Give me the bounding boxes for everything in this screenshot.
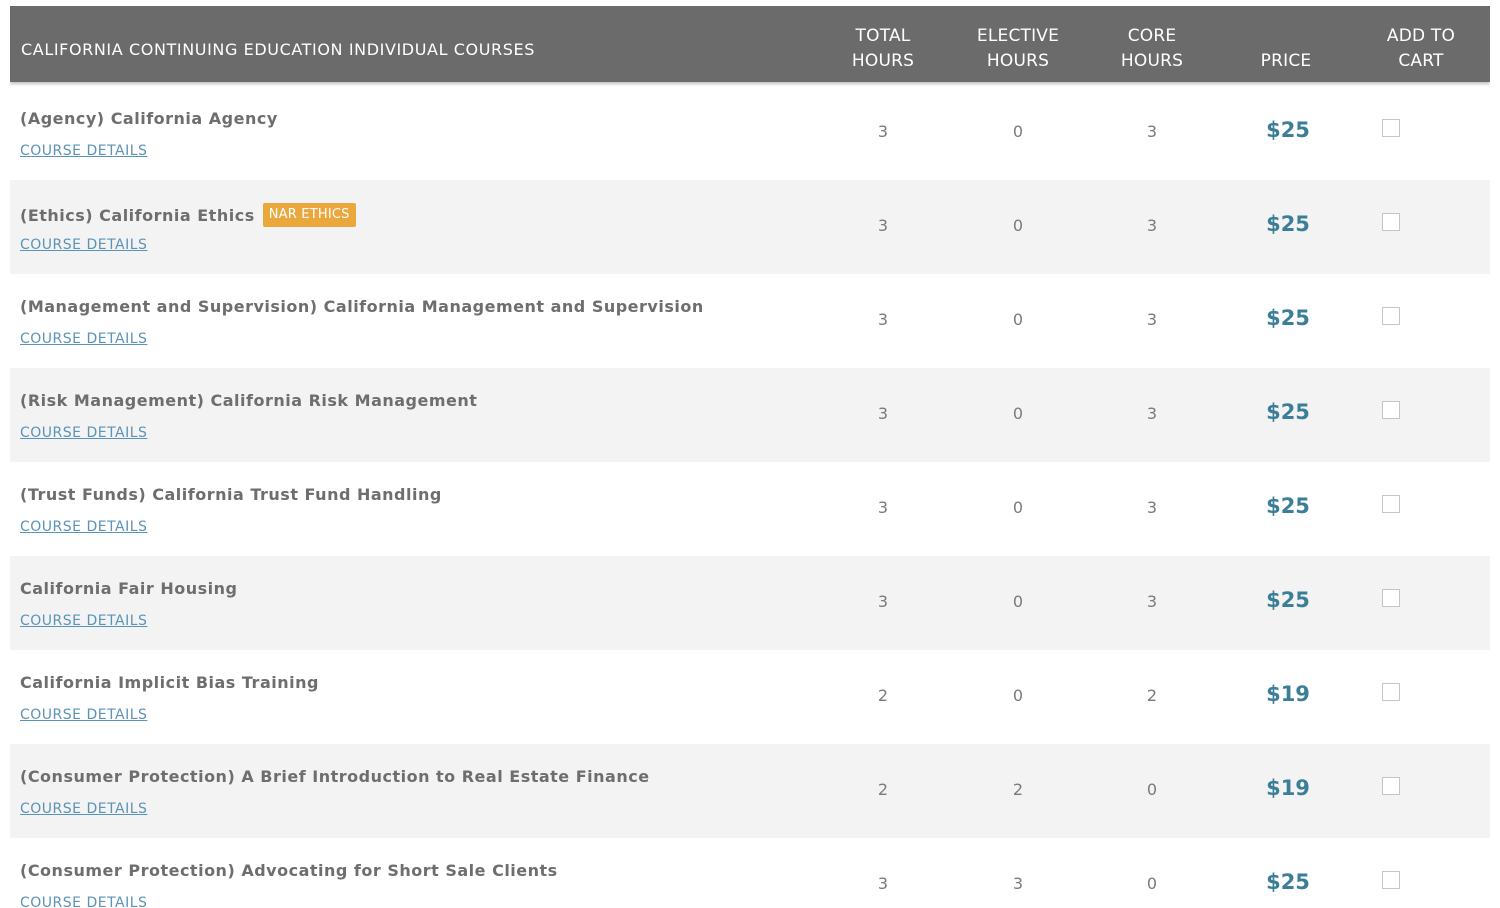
course-title: (Consumer Protection) A Brief Introducti… xyxy=(20,767,650,786)
elective-hours-cell: 3 xyxy=(1012,874,1024,893)
course-details-link[interactable]: COURSE DETAILS xyxy=(20,613,147,629)
price-cell: $25 xyxy=(1266,494,1310,518)
column-header-total-hours: TOTAL HOURS xyxy=(851,26,915,71)
course-details-link[interactable]: COURSE DETAILS xyxy=(20,331,147,347)
course-details-link[interactable]: COURSE DETAILS xyxy=(20,143,147,159)
elective-hours-cell: 0 xyxy=(1012,686,1024,705)
course-row: (Risk Management) California Risk Manage… xyxy=(10,368,1490,462)
course-title: (Ethics) California Ethics xyxy=(20,205,255,225)
price-cell: $19 xyxy=(1266,682,1310,706)
elective-hours-cell: 0 xyxy=(1012,592,1024,611)
elective-hours-cell: 0 xyxy=(1012,122,1024,141)
course-row: California Fair Housing COURSE DETAILS 3… xyxy=(10,556,1490,650)
course-name: (Consumer Protection) A Brief Introducti… xyxy=(20,767,650,786)
course-row: California Implicit Bias Training COURSE… xyxy=(10,650,1490,744)
price-cell: $25 xyxy=(1266,306,1310,330)
elective-hours-cell: 2 xyxy=(1012,780,1024,799)
elective-hours-cell: 0 xyxy=(1012,404,1024,423)
core-hours-cell: 3 xyxy=(1146,498,1158,517)
course-name: (Consumer Protection) Advocating for Sho… xyxy=(20,861,558,880)
core-hours-cell: 3 xyxy=(1146,216,1158,235)
column-header-price: PRICE xyxy=(1260,51,1312,71)
core-hours-cell: 2 xyxy=(1146,686,1158,705)
total-hours-cell: 2 xyxy=(877,686,889,705)
add-to-cart-checkbox[interactable] xyxy=(1382,307,1400,325)
table-header: CALIFORNIA CONTINUING EDUCATION INDIVIDU… xyxy=(10,6,1490,82)
table-title: CALIFORNIA CONTINUING EDUCATION INDIVIDU… xyxy=(21,40,535,59)
course-row: (Management and Supervision) California … xyxy=(10,274,1490,368)
add-to-cart-checkbox[interactable] xyxy=(1382,871,1400,889)
course-title: (Management and Supervision) California … xyxy=(20,297,704,316)
column-header-add-to-cart: ADD TO CART xyxy=(1386,26,1456,71)
total-hours-cell: 2 xyxy=(877,780,889,799)
course-title: (Consumer Protection) Advocating for Sho… xyxy=(20,861,558,880)
course-name: (Agency) California Agency xyxy=(20,109,278,128)
add-to-cart-checkbox[interactable] xyxy=(1382,589,1400,607)
core-hours-cell: 3 xyxy=(1146,310,1158,329)
price-cell: $19 xyxy=(1266,776,1310,800)
elective-hours-cell: 0 xyxy=(1012,498,1024,517)
course-title: (Agency) California Agency xyxy=(20,109,278,128)
total-hours-cell: 3 xyxy=(877,122,889,141)
course-details-link[interactable]: COURSE DETAILS xyxy=(20,519,147,535)
total-hours-cell: 3 xyxy=(877,216,889,235)
price-cell: $25 xyxy=(1266,870,1310,894)
course-name: California Implicit Bias Training xyxy=(20,673,319,692)
core-hours-cell: 3 xyxy=(1146,592,1158,611)
total-hours-cell: 3 xyxy=(877,592,889,611)
course-name: (Risk Management) California Risk Manage… xyxy=(20,391,477,410)
course-row: (Consumer Protection) A Brief Introducti… xyxy=(10,744,1490,838)
total-hours-cell: 3 xyxy=(877,874,889,893)
total-hours-cell: 3 xyxy=(877,310,889,329)
price-cell: $25 xyxy=(1266,588,1310,612)
course-details-link[interactable]: COURSE DETAILS xyxy=(20,237,147,253)
add-to-cart-checkbox[interactable] xyxy=(1382,495,1400,513)
course-row: (Agency) California Agency COURSE DETAIL… xyxy=(10,86,1490,180)
course-name: California Fair Housing xyxy=(20,579,237,598)
course-details-link[interactable]: COURSE DETAILS xyxy=(20,895,147,908)
column-header-core-hours: CORE HOURS xyxy=(1120,26,1184,71)
core-hours-cell: 3 xyxy=(1146,122,1158,141)
total-hours-cell: 3 xyxy=(877,404,889,423)
add-to-cart-checkbox[interactable] xyxy=(1382,777,1400,795)
courses-table: CALIFORNIA CONTINUING EDUCATION INDIVIDU… xyxy=(10,6,1490,908)
price-cell: $25 xyxy=(1266,118,1310,142)
elective-hours-cell: 0 xyxy=(1012,310,1024,329)
course-name: (Management and Supervision) California … xyxy=(20,297,704,316)
add-to-cart-checkbox[interactable] xyxy=(1382,401,1400,419)
core-hours-cell: 0 xyxy=(1146,780,1158,799)
course-details-link[interactable]: COURSE DETAILS xyxy=(20,707,147,723)
price-cell: $25 xyxy=(1266,400,1310,424)
add-to-cart-checkbox[interactable] xyxy=(1382,119,1400,137)
course-row: (Ethics) California Ethics NAR ETHICS CO… xyxy=(10,180,1490,274)
column-header-elective-hours: ELECTIVE HOURS xyxy=(976,26,1060,71)
course-name: (Ethics) California Ethics NAR ETHICS xyxy=(20,203,356,227)
core-hours-cell: 3 xyxy=(1146,404,1158,423)
course-title: California Implicit Bias Training xyxy=(20,673,319,692)
nar-ethics-badge: NAR ETHICS xyxy=(262,203,356,227)
course-details-link[interactable]: COURSE DETAILS xyxy=(20,801,147,817)
course-title: California Fair Housing xyxy=(20,579,238,598)
course-row: (Trust Funds) California Trust Fund Hand… xyxy=(10,462,1490,556)
core-hours-cell: 0 xyxy=(1146,874,1158,893)
course-title: (Trust Funds) California Trust Fund Hand… xyxy=(20,485,442,504)
course-title: (Risk Management) California Risk Manage… xyxy=(20,391,478,410)
elective-hours-cell: 0 xyxy=(1012,216,1024,235)
course-row: (Consumer Protection) Advocating for Sho… xyxy=(10,838,1490,908)
price-cell: $25 xyxy=(1266,212,1310,236)
course-name: (Trust Funds) California Trust Fund Hand… xyxy=(20,485,442,504)
course-details-link[interactable]: COURSE DETAILS xyxy=(20,425,147,441)
add-to-cart-checkbox[interactable] xyxy=(1382,683,1400,701)
add-to-cart-checkbox[interactable] xyxy=(1382,213,1400,231)
total-hours-cell: 3 xyxy=(877,498,889,517)
